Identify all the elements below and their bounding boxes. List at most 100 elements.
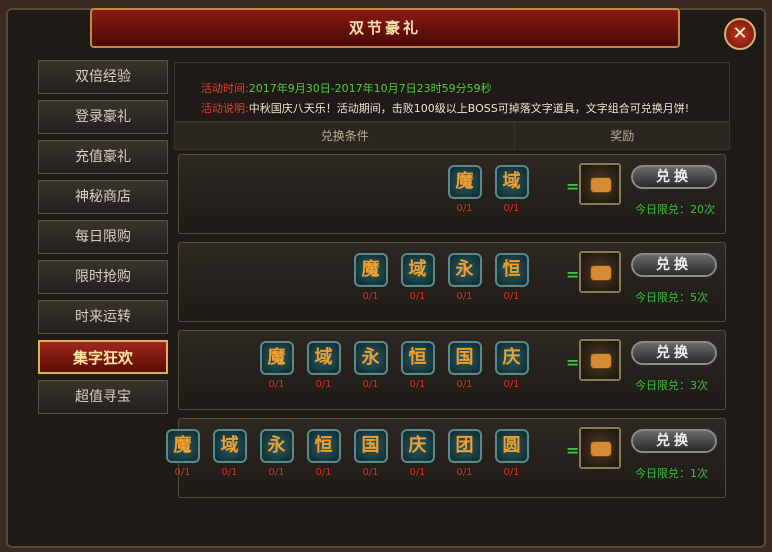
char-tile[interactable]: 国 (353, 429, 388, 463)
char-item: 魔 0/1 (159, 429, 206, 478)
char-tile[interactable]: 域 (306, 341, 341, 375)
mooncake-reward-icon[interactable] (579, 251, 621, 293)
char-item: 永 0/1 (347, 341, 394, 390)
char-tile[interactable]: 魔 (165, 429, 200, 463)
char-count: 0/1 (174, 467, 191, 478)
daily-limit: 今日限兑：5次 (635, 291, 708, 304)
sidebar-item[interactable]: 每日限购 (38, 220, 168, 254)
sidebar-item[interactable]: 充值豪礼 (38, 140, 168, 174)
desc-label: 活动说明: (201, 102, 249, 115)
mooncake-reward-icon[interactable] (579, 163, 621, 205)
char-item: 域 0/1 (488, 165, 535, 214)
sidebar-item[interactable]: 双倍经验 (38, 60, 168, 94)
char-count: 0/1 (456, 467, 473, 478)
sidebar: 双倍经验登录豪礼充值豪礼神秘商店每日限购限时抢购时来运转集字狂欢超值寻宝 (38, 60, 168, 420)
col-reward-header: 奖励 (610, 129, 635, 143)
char-tile[interactable]: 恒 (306, 429, 341, 463)
desc-value: 中秋国庆八天乐！活动期间，击败100级以上BOSS可掉落文字道具，文字组合可兑换… (248, 102, 690, 115)
char-tile[interactable]: 域 (400, 253, 435, 287)
sidebar-item[interactable]: 登录豪礼 (38, 100, 168, 134)
char-count: 0/1 (362, 467, 379, 478)
char-item: 圆 0/1 (488, 429, 535, 478)
char-item: 魔 0/1 (441, 165, 488, 214)
char-tile[interactable]: 魔 (259, 341, 294, 375)
char-item: 永 0/1 (441, 253, 488, 302)
equals-sign: = (566, 353, 580, 372)
close-button[interactable]: ✕ (724, 18, 756, 50)
char-count: 0/1 (362, 291, 379, 302)
close-icon: ✕ (732, 23, 748, 44)
char-count: 0/1 (503, 379, 520, 390)
sidebar-item[interactable]: 神秘商店 (38, 180, 168, 214)
sidebar-item[interactable]: 时来运转 (38, 300, 168, 334)
equals-sign: = (566, 441, 580, 460)
char-item: 恒 0/1 (394, 341, 441, 390)
table-header: 兑换条件 奖励 (174, 122, 730, 150)
char-tile[interactable]: 庆 (494, 341, 529, 375)
char-item: 域 0/1 (300, 341, 347, 390)
char-tile[interactable]: 恒 (400, 341, 435, 375)
time-label: 活动时间: (201, 82, 249, 95)
char-tile[interactable]: 永 (353, 341, 388, 375)
char-item: 庆 0/1 (394, 429, 441, 478)
mooncake-icon (590, 177, 612, 193)
mooncake-icon (590, 353, 612, 369)
char-tile[interactable]: 永 (447, 253, 482, 287)
char-item: 国 0/1 (347, 429, 394, 478)
exchange-button[interactable]: 兑换 (631, 429, 717, 453)
sidebar-item[interactable]: 集字狂欢 (38, 340, 168, 374)
exchange-row: 魔 0/1 域 0/1 永 0/1 恒 0/1 国 0/1 庆 0/1 = 兑换 今日限兑：3次 (178, 330, 726, 410)
window-title: 双节豪礼 (348, 19, 421, 37)
char-item: 魔 0/1 (347, 253, 394, 302)
char-count: 0/1 (409, 467, 426, 478)
sidebar-item[interactable]: 超值寻宝 (38, 380, 168, 414)
char-tile[interactable]: 圆 (494, 429, 529, 463)
required-chars: 魔 0/1 域 0/1 永 0/1 恒 0/1 国 0/1 庆 0/1 (253, 341, 535, 390)
daily-limit: 今日限兑：20次 (635, 203, 715, 216)
mooncake-reward-icon[interactable] (579, 427, 621, 469)
exchange-button[interactable]: 兑换 (631, 253, 717, 277)
char-item: 恒 0/1 (488, 253, 535, 302)
sidebar-item[interactable]: 限时抢购 (38, 260, 168, 294)
char-tile[interactable]: 国 (447, 341, 482, 375)
char-count: 0/1 (315, 379, 332, 390)
exchange-row: 魔 0/1 域 0/1 永 0/1 恒 0/1 = 兑换 今日限兑：5次 (178, 242, 726, 322)
char-tile[interactable]: 庆 (400, 429, 435, 463)
char-tile[interactable]: 域 (494, 165, 529, 199)
char-count: 0/1 (456, 203, 473, 214)
required-chars: 魔 0/1 域 0/1 永 0/1 恒 0/1 国 0/1 庆 0/1 团 0/1 圆 0/1 (159, 429, 535, 478)
exchange-row: 魔 0/1 域 0/1 = 兑换今日限兑：20次 (178, 154, 726, 234)
char-count: 0/1 (268, 379, 285, 390)
char-item: 恒 0/1 (300, 429, 347, 478)
char-count: 0/1 (409, 379, 426, 390)
daily-limit: 今日限兑：3次 (635, 379, 708, 392)
equals-sign: = (566, 265, 580, 284)
char-count: 0/1 (503, 467, 520, 478)
required-chars: 魔 0/1 域 0/1 (441, 165, 535, 214)
time-value: 2017年9月30日-2017年10月7日23时59分59秒 (248, 82, 492, 95)
required-chars: 魔 0/1 域 0/1 永 0/1 恒 0/1 (347, 253, 535, 302)
col-condition-header: 兑换条件 (175, 123, 516, 149)
char-item: 域 0/1 (394, 253, 441, 302)
mooncake-icon (590, 441, 612, 457)
equals-sign: = (566, 177, 580, 196)
char-count: 0/1 (503, 291, 520, 302)
char-count: 0/1 (268, 467, 285, 478)
char-count: 0/1 (221, 467, 238, 478)
exchange-button[interactable]: 兑换 (631, 165, 717, 189)
char-tile[interactable]: 恒 (494, 253, 529, 287)
char-count: 0/1 (315, 467, 332, 478)
mooncake-reward-icon[interactable] (579, 339, 621, 381)
char-tile[interactable]: 团 (447, 429, 482, 463)
char-item: 国 0/1 (441, 341, 488, 390)
exchange-row: 魔 0/1 域 0/1 永 0/1 恒 0/1 国 0/1 庆 0/1 团 0/1 圆 0/1 = 兑换 今日限兑：… (165, 418, 726, 498)
exchange-button[interactable]: 兑换 (631, 341, 717, 365)
char-item: 域 0/1 (206, 429, 253, 478)
char-tile[interactable]: 魔 (447, 165, 482, 199)
char-count: 0/1 (503, 203, 520, 214)
char-tile[interactable]: 永 (259, 429, 294, 463)
char-tile[interactable]: 魔 (353, 253, 388, 287)
title-bar: 双节豪礼 (90, 8, 680, 48)
char-tile[interactable]: 域 (212, 429, 247, 463)
activity-info: 活动时间:2017年9月30日-2017年10月7日23时59分59秒 活动说明… (174, 62, 730, 122)
